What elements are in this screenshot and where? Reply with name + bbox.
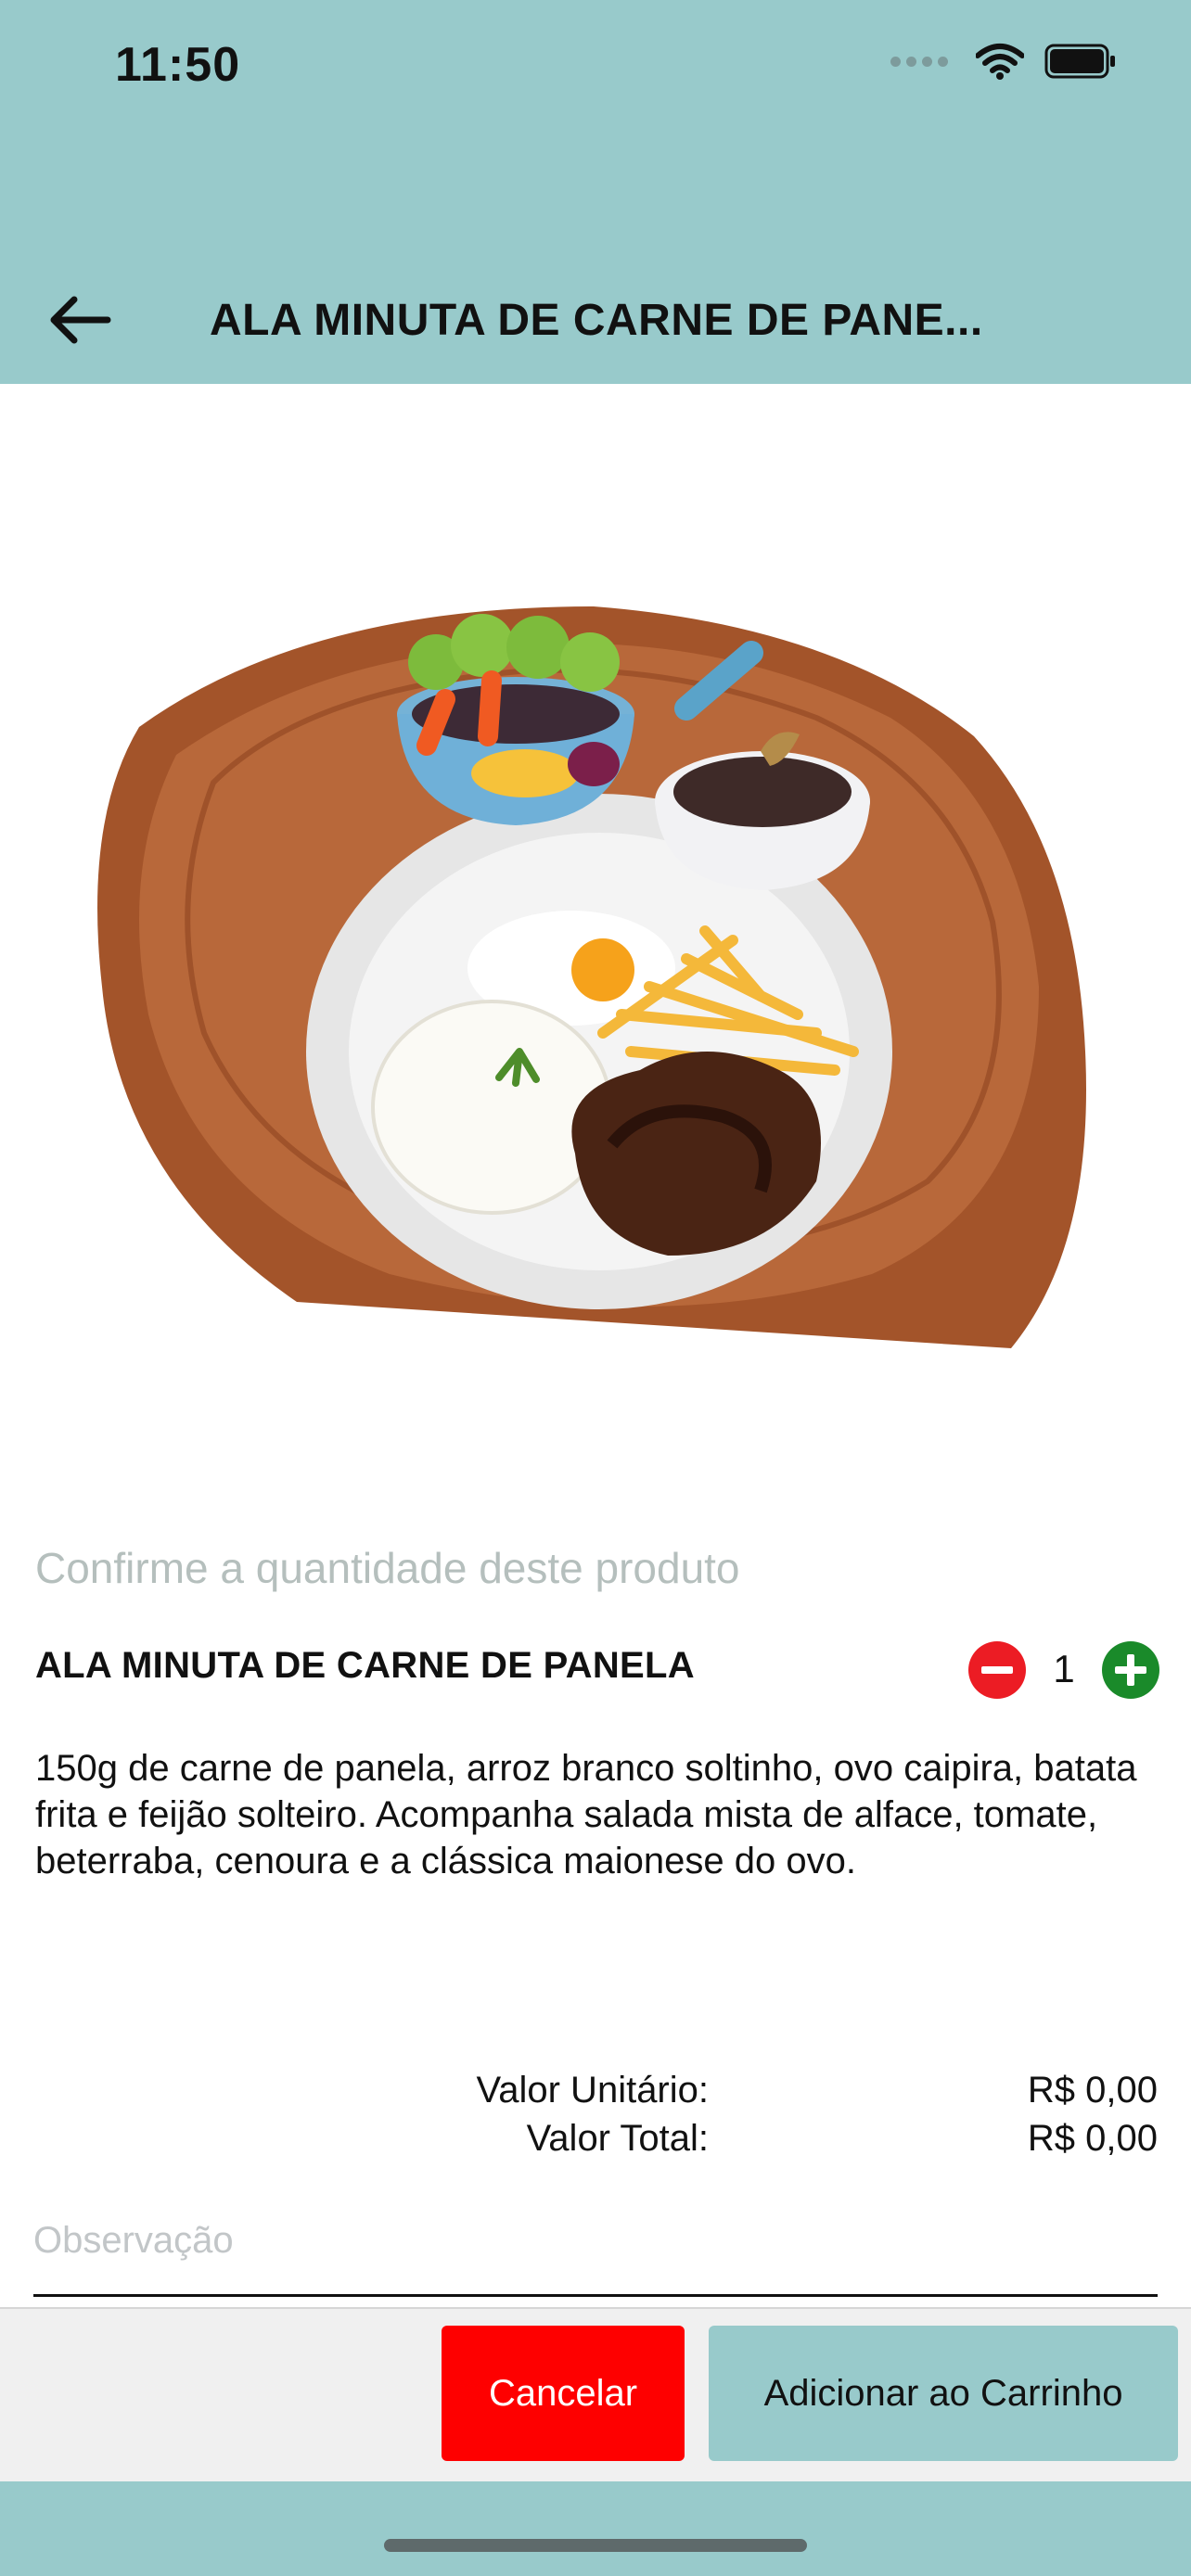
product-image — [0, 384, 1191, 1460]
price-labels: Valor Unitário: Valor Total: — [477, 2066, 709, 2162]
observation-field — [33, 2213, 1158, 2297]
cancel-button[interactable]: Cancelar — [442, 2326, 685, 2461]
add-to-cart-button[interactable]: Adicionar ao Carrinho — [709, 2326, 1178, 2461]
price-values: R$ 0,00 R$ 0,00 — [1028, 2066, 1158, 2162]
battery-icon — [1044, 44, 1115, 79]
unit-price-value: R$ 0,00 — [1027, 2070, 1158, 2111]
increase-quantity-button[interactable] — [1102, 1641, 1159, 1699]
arrow-left-icon — [50, 296, 111, 344]
wifi-icon — [976, 44, 1024, 80]
product-description: 150g de carne de panela, arroz branco so… — [35, 1748, 1137, 1881]
quantity-value: 1 — [1053, 1647, 1075, 1690]
plated-meal-illustration — [97, 606, 1086, 1348]
nav-bar: ALA MINUTA DE CARNE DE PANE... — [0, 139, 1191, 384]
status-icons — [890, 43, 1117, 80]
product-name: ALA MINUTA DE CARNE DE PANELA — [35, 1645, 695, 1686]
back-button[interactable] — [37, 278, 121, 362]
unit-price-label: Valor Unitário: — [476, 2070, 709, 2111]
observation-input[interactable] — [33, 2213, 1158, 2268]
decrease-quantity-button[interactable] — [968, 1641, 1026, 1699]
home-indicator-area — [0, 2481, 1191, 2576]
status-bar: 11:50 — [0, 0, 1191, 139]
status-time: 11:50 — [115, 38, 241, 92]
quantity-hint: Confirme a quantidade deste produto — [35, 1544, 740, 1592]
total-price-value: R$ 0,00 — [1027, 2118, 1158, 2159]
page-title: ALA MINUTA DE CARNE DE PANE... — [210, 296, 983, 345]
total-price-label: Valor Total: — [526, 2118, 709, 2159]
home-indicator[interactable] — [384, 2539, 807, 2552]
quantity-stepper: 1 — [968, 1639, 1159, 1701]
cellular-signal-icon — [890, 56, 948, 67]
